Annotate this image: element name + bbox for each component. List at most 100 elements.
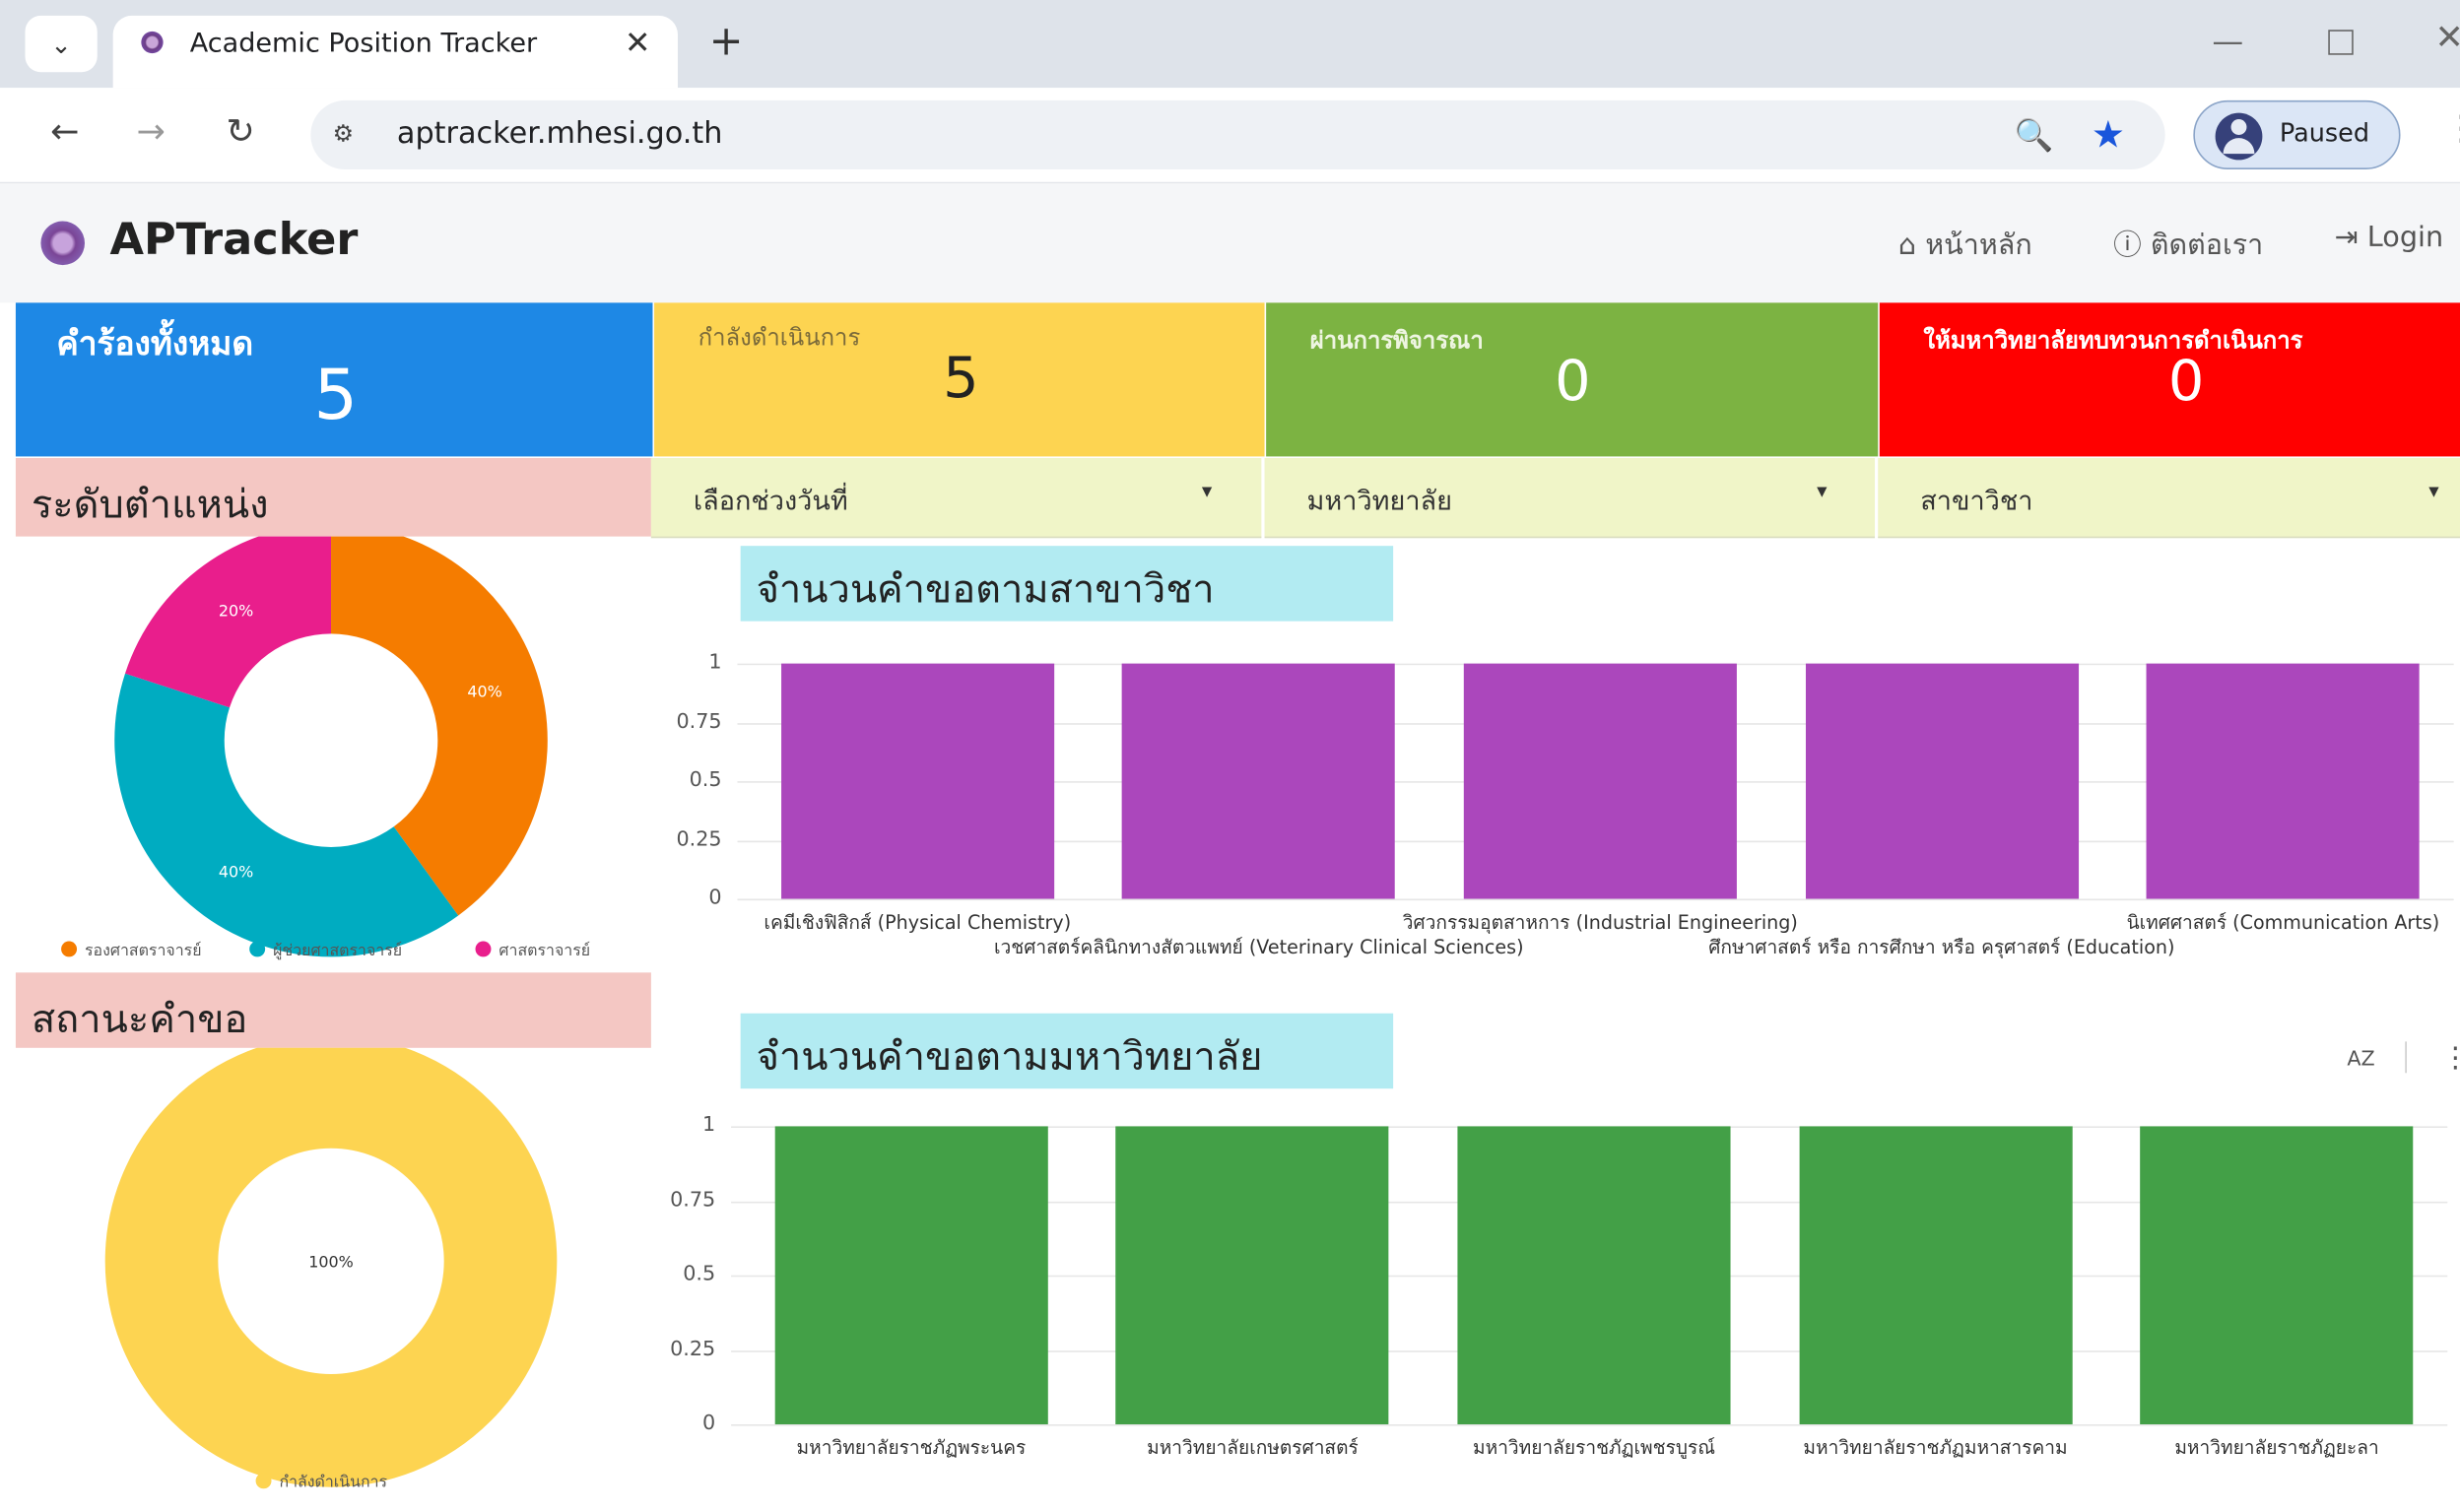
rank-section-header: ระดับตำแหน่ง [15,458,651,537]
tab-close-icon[interactable]: ✕ [625,24,651,61]
bar[interactable] [2146,663,2421,899]
y-tick-label: 0.75 [676,709,722,734]
bar[interactable] [780,663,1054,899]
kpi-approved: ผ่านการพิจารณา 0 [1266,302,1879,457]
nav-home-label: หน้าหลัก [1925,229,2032,262]
bar[interactable] [1122,663,1396,899]
legend-swatch [475,941,492,957]
kpi-in-progress-value: 5 [943,346,979,412]
rank-section-title: ระดับตำแหน่ง [31,481,269,528]
status-donut-chart: 100% กำลังดำเนินการ [104,1047,558,1491]
kpi-total-label: คำร้องทั้งหมด [56,324,254,362]
bar[interactable] [1463,663,1737,899]
donut-slice [125,536,332,708]
field-filter-label: สาขาวิชา [1920,486,2033,518]
tab-title: Academic Position Tracker [189,28,538,60]
donut-slice-label: 40% [467,682,501,700]
tab-search-chevron-icon[interactable]: ⌄ [25,15,98,73]
brand-name[interactable]: APTracker [109,214,358,266]
window-minimize-icon[interactable]: — [2212,22,2243,59]
status-section-title: สถานะคำขอ [31,996,248,1042]
kpi-total-value: 5 [313,356,359,436]
back-arrow-icon[interactable]: ← [50,113,79,153]
field-chart-title: จำนวนคำขอตามสาขาวิชา [756,565,1215,613]
nav-home[interactable]: ⌂ หน้าหลัก [1898,222,2032,267]
kpi-review-label: ให้มหาวิทยาลัยทบทวนการดำเนินการ [1923,326,2303,355]
y-tick-label: 0.5 [683,1262,716,1286]
university-chart-title: จำนวนคำขอตามมหาวิทยาลัย [756,1033,1263,1080]
kpi-in-progress-label: กำลังดำเนินการ [698,323,861,352]
legend-label: ศาสตราจารย์ [499,941,590,959]
kpi-approved-value: 0 [1555,350,1591,415]
site-settings-icon[interactable]: ⚙ [333,119,354,148]
kpi-total: คำร้องทั้งหมด 5 [15,302,653,457]
y-tick-label: 1 [701,1113,716,1138]
date-range-filter-label: เลือกช่วงวันที่ [693,486,848,518]
kpi-review: ให้มหาวิทยาลัยทบทวนการดำเนินการ 0 [1879,302,2460,457]
chevron-down-icon: ▾ [2428,480,2439,504]
chevron-down-icon: ▾ [1817,480,1828,504]
legend-swatch [249,941,266,957]
window-close-icon[interactable]: ✕ [2435,19,2460,58]
legend-label: ผู้ช่วยศาสตราจารย์ [273,941,402,960]
rank-donut-slices: 40% 40% 20% [114,536,548,957]
x-tick-label: นิเทศศาสตร์ (Communication Arts) [2126,911,2440,934]
legend-swatch [61,941,78,957]
kpi-approved-label: ผ่านการพิจารณา [1309,326,1484,355]
university-filter-label: มหาวิทยาลัย [1306,486,1453,518]
legend-label: กำลังดำเนินการ [279,1473,387,1491]
new-tab-button[interactable]: + [709,19,744,66]
x-tick-label: มหาวิทยาลัยราชภัฏมหาสารคาม [1803,1436,2068,1460]
donut-slice [114,673,459,957]
x-tick-label: มหาวิทยาลัยราชภัฏพระนคร [796,1436,1027,1460]
nav-login[interactable]: ⇥ Login [2335,222,2460,254]
y-tick-label: 0.75 [670,1188,716,1213]
reload-icon[interactable]: ↻ [226,113,254,153]
forward-arrow-icon[interactable]: → [137,113,166,153]
avatar-head [2230,119,2247,135]
gridline [737,898,2454,901]
bookmark-star-icon[interactable]: ★ [2092,113,2125,158]
y-tick-label: 1 [708,650,722,675]
browser-menu-icon[interactable]: ⋮ [2444,109,2460,149]
donut-slice-label: 20% [219,601,253,620]
nav-contact[interactable]: ⓘ ติดต่อเรา [2113,222,2263,267]
bar[interactable] [1115,1126,1390,1424]
y-tick-label: 0.25 [670,1337,716,1361]
bar[interactable] [2140,1126,2414,1424]
nav-contact-label: ติดต่อเรา [2150,229,2264,262]
bar[interactable] [774,1126,1048,1424]
university-chart-title-box: จำนวนคำขอตามมหาวิทยาลัย [740,1013,1394,1089]
donut-slice-label: 100% [308,1253,353,1272]
legend-swatch [255,1473,272,1489]
gridline [731,1423,2448,1426]
x-tick-label: มหาวิทยาลัยราชภัฏเพชรบูรณ์ [1472,1436,1715,1460]
nav-login-label: Login [2366,221,2444,254]
home-icon: ⌂ [1897,229,1917,262]
sort-icon[interactable]: AZ [2347,1048,2374,1072]
status-donut-slices: 100% [104,1047,558,1487]
bar[interactable] [1457,1126,1731,1424]
kpi-review-value: 0 [2167,350,2205,415]
url-text[interactable]: aptracker.mhesi.go.th [397,116,722,151]
toolbar-divider [2405,1041,2407,1074]
bar[interactable] [1805,663,2079,899]
rank-donut-legend: รองศาสตราจารย์ ผู้ช่วยศาสตราจารย์ ศาสตราจา… [61,941,590,960]
donut-slice-label: 40% [219,863,253,882]
rank-donut-chart: 40% 40% 20% รองศาสตราจารย์ ผู้ช่วยศาสตราจาร… [61,536,590,960]
status-section-header: สถานะคำขอ [15,972,651,1048]
bar[interactable] [1798,1126,2073,1424]
favicon-icon [141,31,164,54]
legend-label: รองศาสตราจารย์ [85,941,202,959]
chart-menu-icon[interactable]: ⋮ [2441,1041,2460,1074]
x-tick-label: มหาวิทยาลัยเกษตรศาสตร์ [1147,1436,1359,1460]
window-maximize-icon[interactable] [2328,30,2354,55]
help-icon: ⓘ [2113,229,2142,262]
chevron-down-icon: ▾ [1201,480,1213,504]
app-logo-icon [40,221,85,266]
x-tick-label: ศึกษาศาสตร์ หรือ การศึกษา หรือ ครุศาสตร์… [1708,936,2175,959]
y-tick-label: 0 [708,886,722,910]
zoom-icon[interactable]: 🔍 [2015,116,2054,154]
kpi-in-progress: กำลังดำเนินการ 5 [654,302,1265,457]
field-chart-title-box: จำนวนคำขอตามสาขาวิชา [740,546,1394,622]
